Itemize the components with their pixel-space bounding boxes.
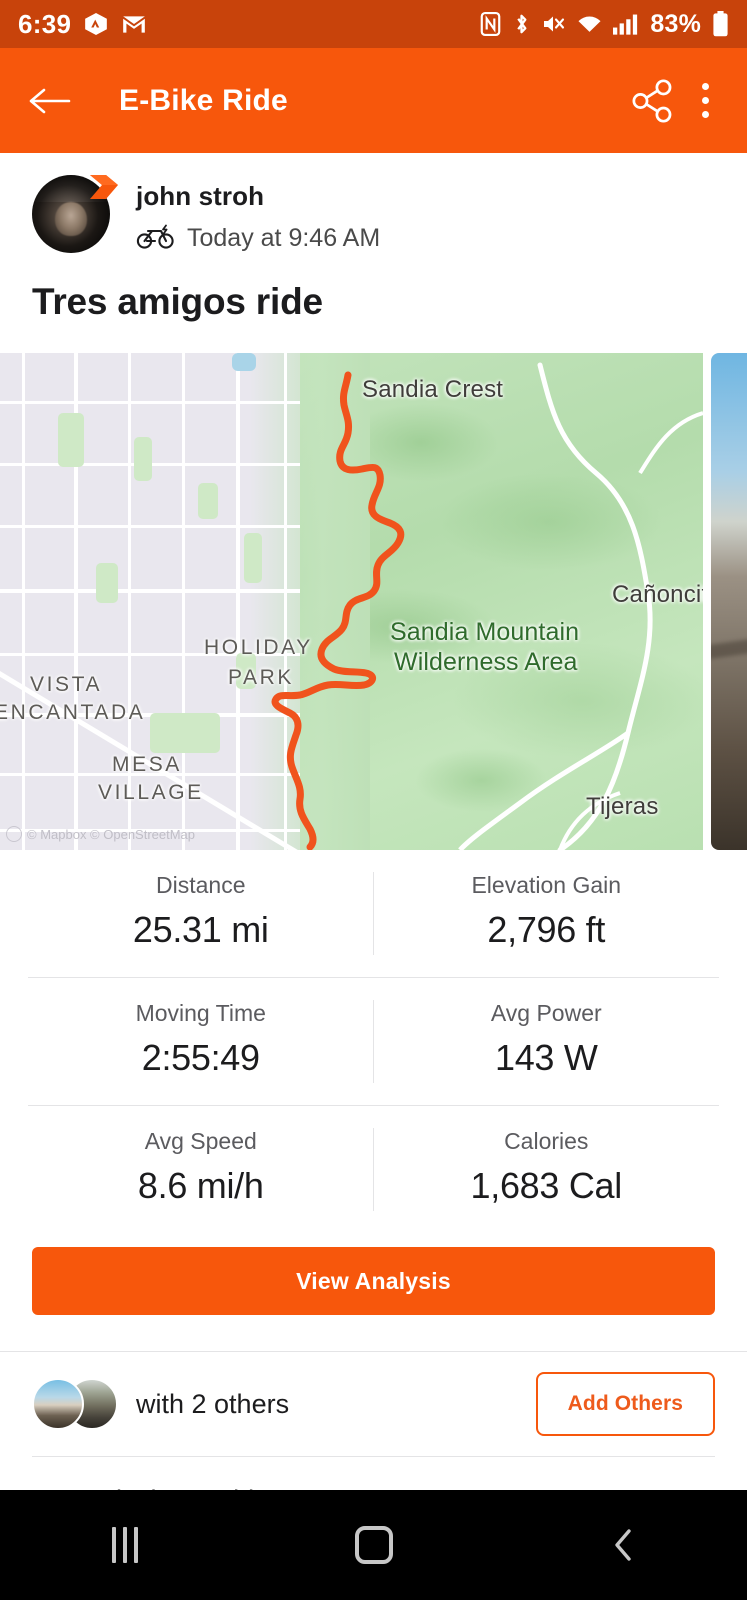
map-label-village: VILLAGE <box>98 781 204 804</box>
athlete-header[interactable]: john stroh Today at 9:46 AM <box>0 153 747 255</box>
stat-label: Moving Time <box>135 1000 266 1026</box>
stats-grid: Distance 25.31 mi Elevation Gain 2,796 f… <box>0 850 747 1233</box>
map-label-encantada: ENCANTADA <box>0 701 146 724</box>
wifi-icon <box>577 13 602 35</box>
map-label-vista: VISTA <box>30 673 103 696</box>
map-attribution: © Mapbox © OpenStreetMap <box>6 826 195 842</box>
battery-icon <box>712 11 729 37</box>
activity-title: Tres amigos ride <box>32 281 323 322</box>
stat-value: 25.31 mi <box>132 909 269 950</box>
status-bar-right: 83% <box>480 10 729 39</box>
stat-distance: Distance 25.31 mi <box>28 850 374 977</box>
add-others-button[interactable]: Add Others <box>535 1372 715 1436</box>
status-bar: 6:39 83% <box>0 0 747 48</box>
view-analysis-button[interactable]: View Analysis <box>32 1247 715 1315</box>
strava-notification-icon <box>83 11 109 37</box>
stat-label: Distance <box>156 872 246 898</box>
activity-map[interactable]: Sandia Crest Cañoncito Tijeras Sandia Mo… <box>0 353 703 850</box>
with-others-label: with 2 others <box>136 1388 290 1419</box>
kebab-menu-icon[interactable] <box>690 77 721 124</box>
map-label-park: PARK <box>228 666 295 689</box>
media-carousel[interactable]: Sandia Crest Cañoncito Tijeras Sandia Mo… <box>0 353 747 850</box>
gps-route-polyline <box>271 371 405 850</box>
map-label-wilderness-line2: Wilderness Area <box>394 648 578 676</box>
athlete-name[interactable]: john stroh <box>136 181 380 212</box>
stat-value: 8.6 mi/h <box>137 1165 264 1206</box>
map-label-mesa: MESA <box>112 753 182 776</box>
stat-label: Avg Power <box>490 1000 602 1026</box>
stats-row: Distance 25.31 mi Elevation Gain 2,796 f… <box>28 850 719 977</box>
stat-value: 2,796 ft <box>487 909 606 950</box>
nfc-icon <box>480 12 501 36</box>
phone-screen: 6:39 83% E-Bike Ride john stroh Today at… <box>0 0 747 1600</box>
athlete-subline: Today at 9:46 AM <box>136 222 380 255</box>
back-arrow-icon[interactable] <box>26 84 72 118</box>
map-label-sandia-crest: Sandia Crest <box>362 376 504 403</box>
stat-moving-time: Moving Time 2:55:49 <box>28 978 374 1105</box>
avatar[interactable] <box>32 175 118 255</box>
android-nav-bar <box>0 1490 747 1600</box>
back-button[interactable] <box>563 1490 683 1600</box>
recent-apps-icon <box>111 1527 138 1563</box>
athlete-meta: john stroh Today at 9:46 AM <box>136 175 380 255</box>
app-bar: E-Bike Ride <box>0 48 747 153</box>
stat-avg-speed: Avg Speed 8.6 mi/h <box>28 1106 374 1233</box>
battery-percent-label: 83% <box>650 9 701 38</box>
with-others-row[interactable]: with 2 others Add Others <box>0 1352 747 1456</box>
map-label-tijeras: Tijeras <box>586 793 659 820</box>
stat-calories: Calories 1,683 Cal <box>374 1106 720 1233</box>
stat-label: Avg Speed <box>144 1128 257 1154</box>
share-icon[interactable] <box>616 78 690 123</box>
mapbox-logo-icon <box>6 826 22 842</box>
activity-photo-card[interactable] <box>711 353 747 850</box>
cellular-signal-icon <box>613 13 639 35</box>
stat-label: Calories <box>504 1128 589 1154</box>
stat-elevation-gain: Elevation Gain 2,796 ft <box>374 850 720 977</box>
map-label-holiday: HOLIDAY <box>204 636 313 659</box>
home-icon <box>354 1526 393 1564</box>
bluetooth-icon <box>512 12 531 36</box>
map-attribution-text: © Mapbox © OpenStreetMap <box>27 826 196 842</box>
map-label-canoncito: Cañoncito <box>612 581 703 608</box>
mute-icon <box>542 13 566 35</box>
map-label-wilderness-line1: Sandia Mountain <box>390 618 580 646</box>
gmail-icon <box>121 13 147 35</box>
stat-value: 143 W <box>494 1037 598 1078</box>
cta-container: View Analysis <box>0 1233 747 1315</box>
activity-timestamp: Today at 9:46 AM <box>187 224 381 252</box>
stats-row: Moving Time 2:55:49 Avg Power 143 W <box>28 977 719 1105</box>
stat-value: 2:55:49 <box>141 1037 260 1078</box>
status-bar-left: 6:39 <box>18 9 147 40</box>
stat-avg-power: Avg Power 143 W <box>374 978 720 1105</box>
recent-apps-button[interactable] <box>65 1490 185 1600</box>
home-button[interactable] <box>314 1490 434 1600</box>
stat-label: Elevation Gain <box>471 872 622 898</box>
status-bar-clock: 6:39 <box>18 8 72 39</box>
other-athlete-avatar[interactable] <box>32 1378 84 1430</box>
stat-value: 1,683 Cal <box>470 1165 623 1206</box>
subscriber-chevron-badge <box>90 175 118 199</box>
back-chevron-icon <box>614 1529 631 1561</box>
e-bike-icon <box>136 222 176 255</box>
page-title: E-Bike Ride <box>119 83 288 117</box>
stats-row: Avg Speed 8.6 mi/h Calories 1,683 Cal <box>28 1105 719 1233</box>
